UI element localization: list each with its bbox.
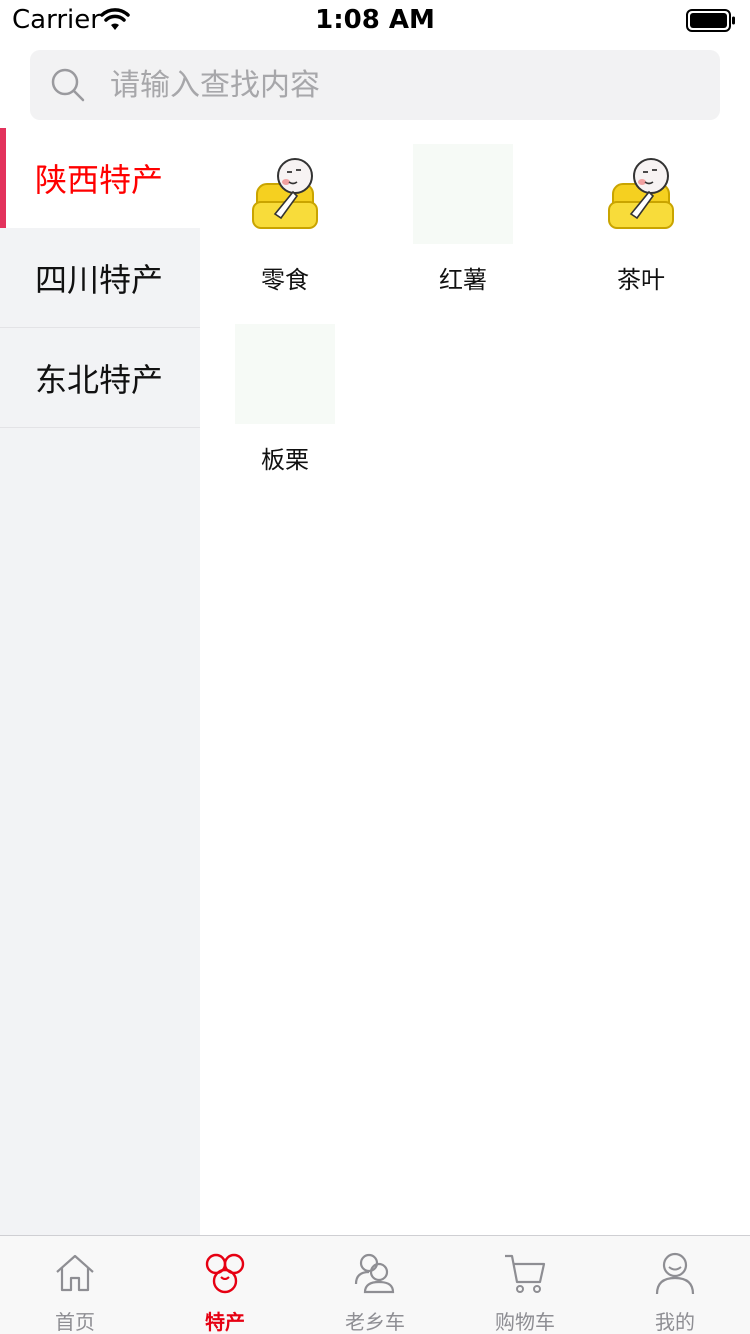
specialty-icon: [205, 1253, 245, 1294]
tab-fellow-car[interactable]: 老乡车: [300, 1236, 450, 1334]
tab-cart[interactable]: 购物车: [450, 1236, 600, 1334]
product-grid: 零食 红薯 茶叶 板栗: [200, 128, 750, 1235]
battery-icon: [686, 9, 735, 32]
sidebar-item-dongbei[interactable]: 东北特产: [0, 328, 200, 428]
product-image-placeholder: [235, 324, 335, 424]
sidebar-item-label: 东北特产: [35, 360, 164, 399]
product-item-snacks[interactable]: 零食: [200, 128, 370, 298]
product-label: 茶叶: [617, 266, 665, 294]
tab-profile[interactable]: 我的: [600, 1236, 750, 1334]
app-root: Carrier 1:08 AM 陕西特产 四川特产 东北特产: [0, 0, 750, 1334]
users-icon: [354, 1253, 395, 1294]
sidebar-item-label: 四川特产: [35, 260, 164, 299]
product-label: 板栗: [261, 446, 309, 474]
status-bar: Carrier 1:08 AM: [0, 0, 750, 40]
search-bar[interactable]: [30, 50, 720, 120]
product-label: 零食: [261, 266, 309, 294]
search-input[interactable]: [110, 50, 700, 120]
sidebar-item-label: 陕西特产: [35, 160, 164, 199]
home-icon: [56, 1254, 94, 1292]
status-time: 1:08 AM: [315, 5, 435, 35]
category-sidebar: 陕西特产 四川特产 东北特产: [0, 128, 200, 1235]
tab-label: 我的: [655, 1310, 695, 1334]
product-item-chestnut[interactable]: 板栗: [200, 308, 370, 478]
product-label: 红薯: [439, 266, 487, 294]
sofa-emoji-image: [608, 158, 674, 229]
tab-label: 特产: [205, 1310, 245, 1334]
cart-icon: [505, 1254, 546, 1293]
tab-specialty[interactable]: 特产: [150, 1236, 300, 1334]
product-item-sweet-potato[interactable]: 红薯: [378, 128, 548, 298]
product-image-placeholder: [413, 144, 513, 244]
sidebar-item-shaanxi[interactable]: 陕西特产: [0, 128, 200, 228]
profile-icon: [655, 1252, 695, 1295]
product-item-tea[interactable]: 茶叶: [556, 128, 726, 298]
tab-label: 首页: [55, 1310, 95, 1334]
tab-home[interactable]: 首页: [0, 1236, 150, 1334]
tab-label: 老乡车: [345, 1310, 405, 1334]
tab-label: 购物车: [495, 1310, 555, 1334]
search-icon: [51, 68, 85, 102]
sidebar-item-sichuan[interactable]: 四川特产: [0, 228, 200, 328]
sofa-emoji-image: [252, 158, 318, 229]
tab-bar: 首页 特产 老乡车 购物车 我的: [0, 1235, 750, 1334]
